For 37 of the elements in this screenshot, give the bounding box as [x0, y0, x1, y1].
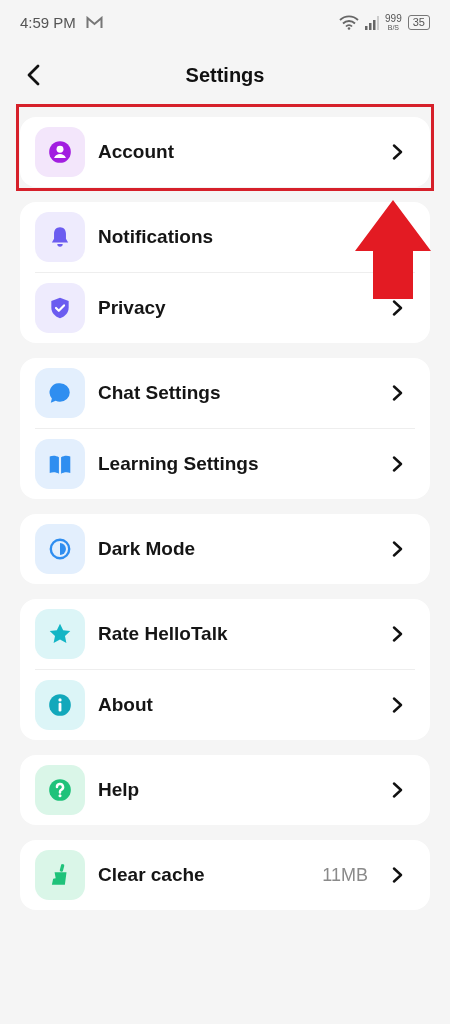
net-speed: 999 [385, 14, 402, 24]
contrast-icon [35, 524, 85, 574]
star-icon [35, 609, 85, 659]
setting-label[interactable]: Dark Mode [98, 538, 196, 560]
chevron-icon[interactable] [391, 541, 405, 557]
page-title: Settings [184, 63, 266, 87]
status-time: 4:59 PM [20, 14, 76, 31]
setting-label[interactable]: Rate HelloTalk [98, 623, 228, 645]
help-icon [35, 765, 85, 815]
info-icon [35, 680, 85, 730]
setting-label[interactable]: Chat Settings [98, 382, 221, 404]
bell-icon [35, 212, 85, 262]
chevron-icon[interactable] [391, 867, 405, 883]
signal-icon [365, 15, 380, 30]
setting-label[interactable]: Clear cache [98, 864, 205, 886]
person-icon [35, 127, 85, 177]
setting-label[interactable]: Account [98, 141, 174, 163]
wifi-icon [339, 15, 360, 30]
cache-size: 11MB [322, 864, 368, 886]
chat-bubble-icon [35, 368, 85, 418]
chevron-icon[interactable] [391, 144, 405, 160]
chevron-icon[interactable] [391, 782, 405, 798]
broom-icon [35, 850, 85, 900]
battery-level: 35 [407, 15, 430, 30]
setting-label[interactable]: Learning Settings [98, 453, 259, 475]
setting-label[interactable]: Notifications [98, 226, 214, 248]
chevron-icon[interactable] [391, 300, 405, 316]
chevron-icon[interactable] [391, 626, 405, 642]
chevron-icon[interactable] [391, 697, 405, 713]
setting-label[interactable]: Privacy [98, 297, 166, 319]
setting-label[interactable]: Help [98, 779, 140, 801]
shield-check-icon [35, 283, 85, 333]
book-icon [35, 439, 85, 489]
mail-icon [85, 16, 103, 29]
setting-label[interactable]: About [98, 694, 153, 716]
chevron-icon[interactable] [391, 385, 405, 401]
chevron-icon[interactable] [391, 456, 405, 472]
